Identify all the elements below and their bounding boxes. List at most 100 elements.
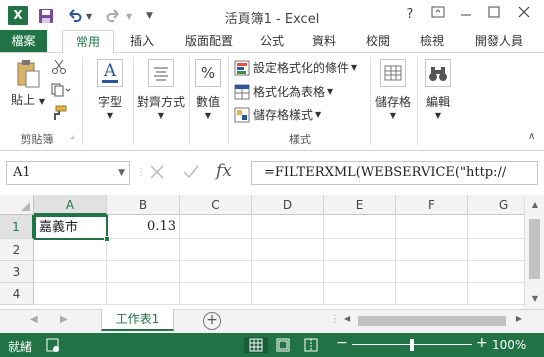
cell-c1[interactable]: [180, 215, 252, 239]
editing-button[interactable]: 編輯 ▼: [420, 59, 456, 120]
cell-b2[interactable]: [107, 239, 180, 261]
zoom-slider-thumb[interactable]: [410, 339, 414, 351]
cell-b3[interactable]: [107, 261, 180, 283]
column-header-c[interactable]: C: [180, 195, 252, 215]
alignment-button[interactable]: 對齊方式 ▼: [136, 59, 186, 120]
cell-b4[interactable]: [107, 283, 180, 305]
insert-function-icon[interactable]: fx: [216, 161, 232, 181]
cell-b1[interactable]: 0.13: [107, 215, 180, 239]
scroll-down-icon[interactable]: ▼: [525, 291, 544, 307]
tab-page-layout[interactable]: 版面配置: [176, 30, 242, 52]
next-sheet-icon[interactable]: ▶: [60, 314, 68, 325]
scroll-left-icon[interactable]: ◀: [344, 314, 350, 323]
cell-f2[interactable]: [396, 239, 468, 261]
cell-e4[interactable]: [324, 283, 396, 305]
fill-handle[interactable]: [104, 236, 110, 242]
customize-quick-access-icon[interactable]: ▼: [146, 6, 153, 26]
select-all-button[interactable]: [0, 195, 34, 215]
name-box[interactable]: A1 ▼: [6, 161, 130, 185]
row-header-4[interactable]: 4: [0, 283, 34, 305]
cell-g4[interactable]: [468, 283, 524, 305]
cell-f3[interactable]: [396, 261, 468, 283]
zoom-out-icon[interactable]: −: [336, 335, 348, 351]
font-button[interactable]: A 字型 ▼: [92, 59, 128, 120]
format-as-table-button[interactable]: 格式化為表格 ▼: [234, 83, 354, 100]
close-icon[interactable]: [512, 4, 536, 26]
maximize-icon[interactable]: [482, 4, 506, 26]
row-header-3[interactable]: 3: [0, 261, 34, 283]
horizontal-scrollbar[interactable]: ◀ ▶: [344, 314, 522, 328]
cells-button[interactable]: 儲存格 ▼: [373, 59, 413, 120]
cell-c3[interactable]: [180, 261, 252, 283]
scroll-right-icon[interactable]: ▶: [516, 314, 522, 323]
column-header-f[interactable]: F: [396, 195, 468, 215]
cell-styles-button[interactable]: 儲存格樣式 ▼: [234, 106, 354, 123]
tab-insert[interactable]: 插入: [120, 30, 164, 52]
cell-g3[interactable]: [468, 261, 524, 283]
column-header-e[interactable]: E: [324, 195, 396, 215]
tab-view[interactable]: 檢視: [412, 30, 452, 52]
undo-icon[interactable]: [66, 6, 82, 26]
zoom-level[interactable]: 100%: [492, 338, 526, 352]
zoom-in-icon[interactable]: +: [476, 335, 488, 351]
previous-sheet-icon[interactable]: ◀: [30, 314, 38, 325]
save-icon[interactable]: [38, 6, 54, 26]
formula-input[interactable]: =FILTERXML(WEBSERVICE("http://: [251, 161, 538, 185]
number-button[interactable]: % 數值 ▼: [192, 59, 224, 120]
column-header-g[interactable]: G: [468, 195, 524, 215]
minimize-icon[interactable]: [454, 4, 478, 26]
conditional-formatting-button[interactable]: 設定格式化的條件 ▼: [234, 59, 370, 76]
paste-dropdown-icon[interactable]: ▼: [39, 97, 45, 106]
cell-d4[interactable]: [252, 283, 324, 305]
horizontal-scroll-thumb[interactable]: [358, 316, 506, 326]
cell-a3[interactable]: [34, 261, 107, 283]
add-sheet-icon[interactable]: +: [203, 312, 221, 330]
tab-formulas[interactable]: 公式: [252, 30, 292, 52]
paste-button[interactable]: 貼上 ▼: [8, 59, 48, 108]
tab-split-grip-icon[interactable]: ⋮: [330, 314, 340, 325]
cancel-icon[interactable]: [148, 163, 166, 184]
cell-f4[interactable]: [396, 283, 468, 305]
cell-a1[interactable]: 嘉義市: [34, 215, 108, 240]
cell-c2[interactable]: [180, 239, 252, 261]
scroll-up-icon[interactable]: ▲: [525, 197, 544, 213]
copy-icon[interactable]: [50, 83, 72, 100]
clipboard-dialog-launcher-icon[interactable]: ⌟: [70, 131, 74, 141]
row-header-1[interactable]: 1: [0, 215, 34, 239]
row-header-2[interactable]: 2: [0, 239, 34, 261]
undo-dropdown-icon[interactable]: ▼: [86, 6, 92, 26]
cell-a4[interactable]: [34, 283, 107, 305]
cell-d1[interactable]: [252, 215, 324, 239]
tab-review[interactable]: 校閱: [358, 30, 398, 52]
cell-a2[interactable]: [34, 239, 107, 261]
tab-home[interactable]: 常用: [62, 30, 114, 53]
tab-developer[interactable]: 開發人員: [466, 30, 532, 52]
help-button[interactable]: ?: [398, 4, 422, 26]
cell-g1[interactable]: [468, 215, 524, 239]
column-header-d[interactable]: D: [252, 195, 324, 215]
cut-icon[interactable]: [50, 59, 68, 78]
macro-record-icon[interactable]: [46, 337, 60, 353]
sheet-tab-1[interactable]: 工作表1: [101, 309, 174, 331]
cell-g2[interactable]: [468, 239, 524, 261]
redo-icon[interactable]: [106, 6, 122, 26]
cell-d3[interactable]: [252, 261, 324, 283]
collapse-ribbon-icon[interactable]: ∧: [528, 131, 535, 142]
page-break-preview-icon[interactable]: [304, 337, 318, 353]
vertical-scroll-thumb[interactable]: [529, 219, 540, 279]
column-header-b[interactable]: B: [107, 195, 180, 215]
cell-e3[interactable]: [324, 261, 396, 283]
cell-f1[interactable]: [396, 215, 468, 239]
tab-data[interactable]: 資料: [304, 30, 344, 52]
ribbon-display-options-icon[interactable]: [426, 4, 450, 26]
format-painter-icon[interactable]: [50, 105, 68, 124]
cell-c4[interactable]: [180, 283, 252, 305]
cell-e1[interactable]: [324, 215, 396, 239]
cell-d2[interactable]: [252, 239, 324, 261]
name-box-dropdown-icon[interactable]: ▼: [118, 162, 125, 184]
cell-e2[interactable]: [324, 239, 396, 261]
column-header-a[interactable]: A: [34, 195, 107, 215]
tab-file[interactable]: 檔案: [0, 30, 47, 52]
page-layout-view-icon[interactable]: [276, 337, 290, 353]
redo-dropdown-icon[interactable]: ▼: [126, 6, 132, 26]
